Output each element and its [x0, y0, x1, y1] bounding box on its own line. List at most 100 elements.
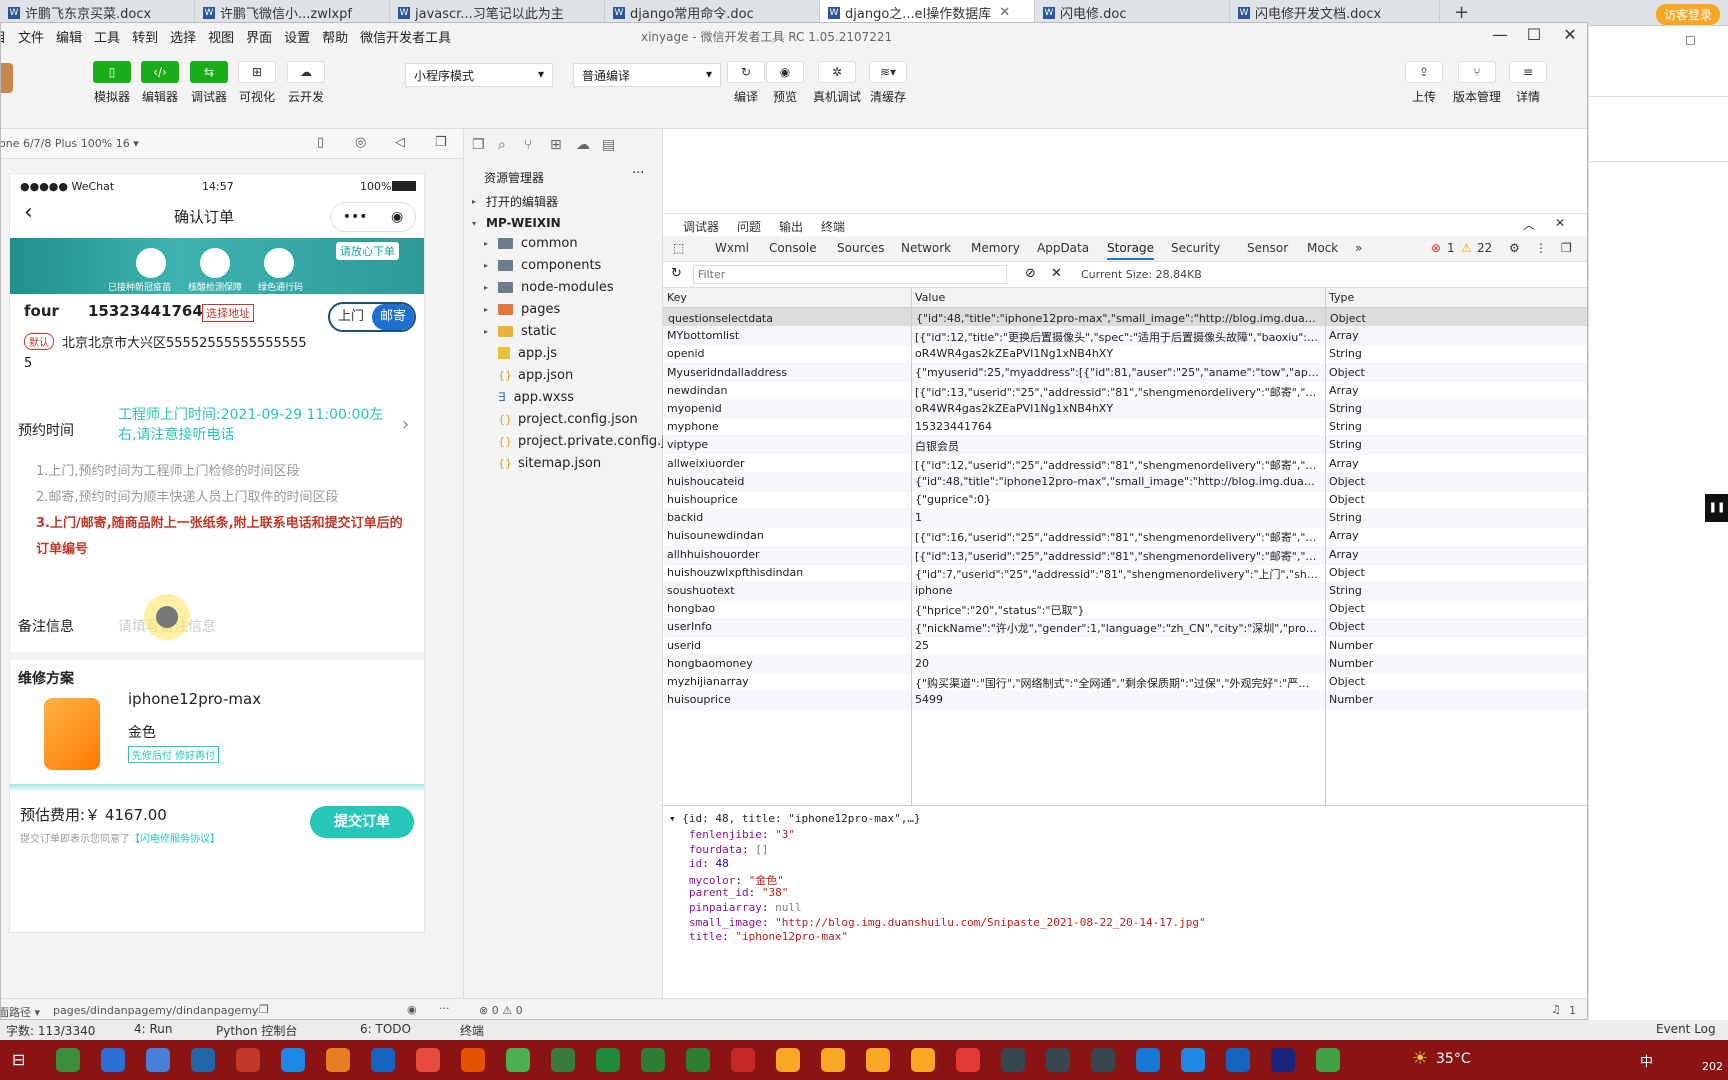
- taskbar-app-icon[interactable]: [1316, 1048, 1340, 1072]
- close-icon[interactable]: ✕: [1555, 216, 1565, 230]
- visual-button[interactable]: ⊞ 可视化: [238, 61, 276, 105]
- compile-button[interactable]: ↻ 编译: [727, 61, 765, 105]
- upload-button[interactable]: ⇪ 上传: [1405, 61, 1443, 105]
- taskbar-app-icon[interactable]: [596, 1048, 620, 1072]
- table-row[interactable]: userInfo {"nickName":"许小龙","gender":1,"la…: [663, 617, 1587, 638]
- filter-input[interactable]: [693, 265, 1007, 284]
- tab-sources[interactable]: Sources: [837, 241, 884, 255]
- table-row[interactable]: myzhijianarray {"购买渠道":"国行","网络制式":"全网通",…: [663, 672, 1587, 692]
- more-icon[interactable]: •••: [343, 209, 368, 225]
- extensions-icon[interactable]: ⊞: [550, 137, 562, 153]
- search-icon[interactable]: ⌕: [498, 137, 506, 153]
- event-log-tab[interactable]: Event Log: [1656, 1022, 1716, 1036]
- taskbar-app-icon[interactable]: [416, 1048, 440, 1072]
- more-icon[interactable]: ···: [439, 1002, 450, 1015]
- more-tabs-icon[interactable]: »: [1355, 241, 1362, 255]
- menu-item[interactable]: 编辑: [56, 27, 82, 46]
- close-icon[interactable]: ✕: [999, 5, 1010, 20]
- window-icon[interactable]: ❐: [435, 135, 447, 150]
- taskbar-app-icon[interactable]: [1271, 1048, 1295, 1072]
- cloud-icon[interactable]: ☁: [576, 137, 590, 153]
- clear-cache-button[interactable]: ≋▾ 清缓存: [869, 61, 907, 105]
- copy-icon[interactable]: ❐: [259, 1003, 269, 1016]
- error-warning-count[interactable]: ⊗ 0 ⚠ 0: [479, 1004, 523, 1017]
- eye-icon[interactable]: ◉: [407, 1003, 417, 1016]
- taskbar-app-icon[interactable]: [1136, 1048, 1160, 1072]
- record-icon[interactable]: ◎: [355, 135, 366, 150]
- tab-problems[interactable]: 问题: [737, 218, 761, 235]
- taskbar-app-icon[interactable]: [1091, 1048, 1115, 1072]
- delete-icon[interactable]: ✕: [1051, 266, 1062, 281]
- file-item[interactable]: {} project.config.json: [498, 409, 638, 429]
- tab-console[interactable]: Console: [769, 241, 817, 255]
- panel-icon[interactable]: ▤: [602, 137, 615, 153]
- taskbar-app-icon[interactable]: [101, 1048, 125, 1072]
- table-row[interactable]: myopenid oR4WR4gas2kZEaPVI1Ng1xNB4hXY Stri…: [663, 399, 1587, 419]
- taskbar-app-icon[interactable]: [1181, 1048, 1205, 1072]
- clear-all-icon[interactable]: ⊘: [1025, 266, 1036, 281]
- tab-memory[interactable]: Memory: [971, 241, 1020, 255]
- file-item[interactable]: {} sitemap.json: [498, 453, 601, 473]
- debugger-button[interactable]: ⇆ 调试器: [190, 61, 228, 105]
- clock[interactable]: 202: [1702, 1060, 1723, 1073]
- folder-item[interactable]: ▸ components: [484, 255, 601, 275]
- taskbar-app-icon[interactable]: [236, 1048, 260, 1072]
- table-row[interactable]: myphone 15323441764 String: [663, 417, 1587, 437]
- preview-button[interactable]: ◉ 预览: [766, 61, 804, 105]
- appointment-value[interactable]: 工程师上门时间:2021-09-29 11:00:00左: [118, 404, 383, 424]
- taskbar-app-icon[interactable]: [956, 1048, 980, 1072]
- table-row[interactable]: Myuseridndalladdress {"myuserid":25,"myad…: [663, 362, 1587, 383]
- tab-output[interactable]: 输出: [779, 218, 803, 235]
- file-item[interactable]: {} app.json: [498, 365, 573, 385]
- table-row[interactable]: huishouprice {"guprice":0} Object: [663, 490, 1587, 510]
- volume-icon[interactable]: ◁: [395, 135, 405, 150]
- minimize-icon[interactable]: —: [1485, 25, 1515, 44]
- simulator-button[interactable]: ▯ 模拟器: [93, 61, 131, 105]
- column-header[interactable]: Type: [1329, 291, 1354, 304]
- run-tab[interactable]: 4: Run: [134, 1022, 173, 1036]
- table-row[interactable]: allweixiuorder [{"id":12,"userid":"25","a…: [663, 454, 1587, 474]
- taskbar-app-icon[interactable]: [461, 1048, 485, 1072]
- menu-item[interactable]: 帮助: [322, 27, 348, 46]
- editor-button[interactable]: ‹/› 编辑器: [141, 61, 179, 105]
- tab-storage[interactable]: Storage: [1107, 241, 1154, 260]
- column-header[interactable]: Key: [667, 291, 687, 304]
- task-view-icon[interactable]: ⊟: [12, 1050, 25, 1069]
- close-window-icon[interactable]: ✕: [1555, 25, 1585, 44]
- table-row[interactable]: MYbottomlist [{"id":12,"title":"更换后置摄像头",…: [663, 326, 1587, 347]
- detail-header[interactable]: ▾ {id: 48, title: "iphone12pro-max",…}: [669, 812, 921, 825]
- table-row[interactable]: questionselectdata {"id":48,"title":"ipho…: [663, 308, 1587, 328]
- table-row[interactable]: hongbao {"hprice":"20","status":"已取"} Obje…: [663, 599, 1587, 619]
- taskbar-app-icon[interactable]: [866, 1048, 890, 1072]
- warning-icon[interactable]: ⚠: [1461, 241, 1472, 255]
- mode-select[interactable]: 小程序模式 ▾: [405, 63, 553, 87]
- taskbar-app-icon[interactable]: [146, 1048, 170, 1072]
- tab-wxml[interactable]: Wxml: [715, 241, 749, 255]
- bell-icon[interactable]: ♫: [1551, 1003, 1561, 1016]
- back-icon[interactable]: ‹: [24, 200, 33, 225]
- chevron-right-icon[interactable]: ›: [402, 414, 409, 435]
- menu-item[interactable]: 目: [1, 27, 6, 46]
- taskbar-app-icon[interactable]: [56, 1048, 80, 1072]
- table-row[interactable]: huisouprice 5499 Number: [663, 690, 1587, 711]
- version-button[interactable]: ⑂ 版本管理: [1453, 61, 1501, 105]
- gear-icon[interactable]: ⚙: [1509, 241, 1520, 255]
- table-row[interactable]: soushuotext iphone String: [663, 581, 1587, 601]
- dock-icon[interactable]: ❐: [1561, 241, 1572, 255]
- collapse-icon[interactable]: ︿: [1523, 216, 1535, 233]
- files-icon[interactable]: ❐: [472, 137, 485, 153]
- menu-item[interactable]: 文件: [18, 27, 44, 46]
- table-row[interactable]: huisounewdindan [{"id":16,"userid":"25","…: [663, 526, 1587, 546]
- taskbar-app-icon[interactable]: [1226, 1048, 1250, 1072]
- toggle-mail[interactable]: 邮寄: [372, 304, 414, 330]
- page-path-select[interactable]: 页面路径 ▾: [1, 1004, 40, 1019]
- file-item[interactable]: app.js: [498, 343, 557, 363]
- terminal-tab[interactable]: 终端: [460, 1022, 484, 1039]
- folder-item[interactable]: ▸ node-modules: [484, 277, 614, 297]
- taskbar-app-icon[interactable]: [731, 1048, 755, 1072]
- new-tab-icon[interactable]: +: [1454, 2, 1469, 23]
- menu-item[interactable]: 选择: [170, 27, 196, 46]
- more-icon[interactable]: ···: [632, 163, 644, 183]
- editor-area[interactable]: [663, 129, 1587, 213]
- table-row[interactable]: openid oR4WR4gas2kZEaPVI1Ng1xNB4hXY String: [663, 344, 1587, 364]
